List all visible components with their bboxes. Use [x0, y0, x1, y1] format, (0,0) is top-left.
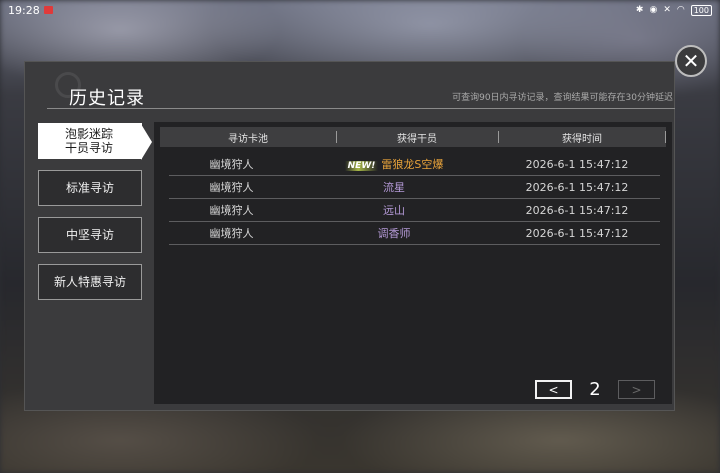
header-label: 获得时间: [562, 133, 602, 145]
row-pool: 幽境狩人: [209, 204, 254, 217]
close-icon: ✕: [682, 49, 700, 73]
row-operator-cell: NEW! 雷狼龙S空爆: [294, 156, 494, 172]
record-content: 寻访卡池 获得干员 获得时间 幽境狩人 NEW! 雷狼龙S空爆 2026-6-1 …: [154, 122, 672, 404]
sidebar-item-label: 新人特惠寻访: [53, 275, 126, 289]
table-row: 幽境狩人 NEW! 雷狼龙S空爆 2026-6-1 15:47:12: [169, 153, 660, 176]
row-time: 2026-6-1 15:47:12: [525, 203, 629, 217]
wifi-icon: ◠: [676, 5, 685, 15]
history-note: 可查询90日内寻访记录，查询结果可能存在30分钟延迟: [452, 93, 673, 103]
row-pool: 幽境狩人: [209, 158, 254, 171]
row-time: 2026-6-1 15:47:12: [525, 157, 629, 171]
sidebar-item-newbie-pool[interactable]: 新人特惠寻访: [38, 264, 142, 300]
battery-icon: 100: [690, 4, 712, 16]
row-operator: 流星: [383, 181, 405, 194]
close-button[interactable]: ✕: [675, 45, 707, 77]
header-separator: [336, 131, 337, 143]
eye-icon: ◉: [649, 5, 658, 15]
pool-sidebar: 泡影迷踪 干员寻访 标准寻访 中坚寻访 新人特惠寻访: [38, 123, 152, 311]
header-label: 获得干员: [397, 133, 437, 145]
table-row: 幽境狩人 远山 2026-6-1 15:47:12: [169, 199, 660, 222]
mute-icon: ✕: [663, 5, 671, 15]
record-list: 幽境狩人 NEW! 雷狼龙S空爆 2026-6-1 15:47:12 幽境狩人 流…: [169, 153, 660, 245]
table-row: 幽境狩人 流星 2026-6-1 15:47:12: [169, 176, 660, 199]
column-header-time: 获得时间: [498, 127, 666, 147]
sidebar-item-core-pool[interactable]: 中坚寻访: [38, 217, 142, 253]
history-panel: 历史记录 可查询90日内寻访记录，查询结果可能存在30分钟延迟 泡影迷踪 干员寻…: [24, 61, 675, 411]
new-badge: NEW!: [344, 161, 379, 171]
clock: 19:28: [8, 3, 40, 17]
row-operator: 调香师: [377, 227, 411, 240]
sidebar-item-limited-pool[interactable]: 泡影迷踪 干员寻访: [38, 123, 152, 160]
sidebar-item-label: 中坚寻访: [65, 228, 114, 242]
page-number: 2: [589, 379, 601, 400]
header-separator: [498, 131, 499, 143]
row-operator: 雷狼龙S空爆: [381, 158, 444, 171]
title-divider: [47, 108, 675, 109]
bluetooth-icon: ✱: [635, 5, 644, 15]
chevron-right-icon: >: [631, 382, 642, 397]
header-separator: [665, 131, 666, 143]
pagination: < 2 >: [535, 379, 655, 400]
row-operator: 远山: [383, 204, 405, 217]
notification-icon: [43, 6, 53, 14]
prev-page-button[interactable]: <: [535, 380, 572, 399]
status-bar: 19:28 ✱ ◉ ✕ ◠ 100: [0, 0, 720, 20]
row-pool: 幽境狩人: [209, 181, 254, 194]
next-page-button[interactable]: >: [618, 380, 655, 399]
column-header-operator: 获得干员: [336, 127, 498, 147]
table-header: 寻访卡池 获得干员 获得时间: [160, 127, 666, 147]
table-row: 幽境狩人 调香师 2026-6-1 15:47:12: [169, 222, 660, 245]
sidebar-item-label: 标准寻访: [65, 181, 114, 195]
chevron-left-icon: <: [548, 382, 559, 397]
row-time: 2026-6-1 15:47:12: [525, 226, 629, 240]
row-time: 2026-6-1 15:47:12: [525, 180, 629, 194]
header-label: 寻访卡池: [228, 133, 268, 145]
row-pool: 幽境狩人: [209, 227, 254, 240]
sidebar-item-label: 泡影迷踪 干员寻访: [65, 127, 114, 155]
column-header-pool: 寻访卡池: [160, 127, 336, 147]
sidebar-item-standard-pool[interactable]: 标准寻访: [38, 170, 142, 206]
page-title: 历史记录: [69, 88, 145, 109]
